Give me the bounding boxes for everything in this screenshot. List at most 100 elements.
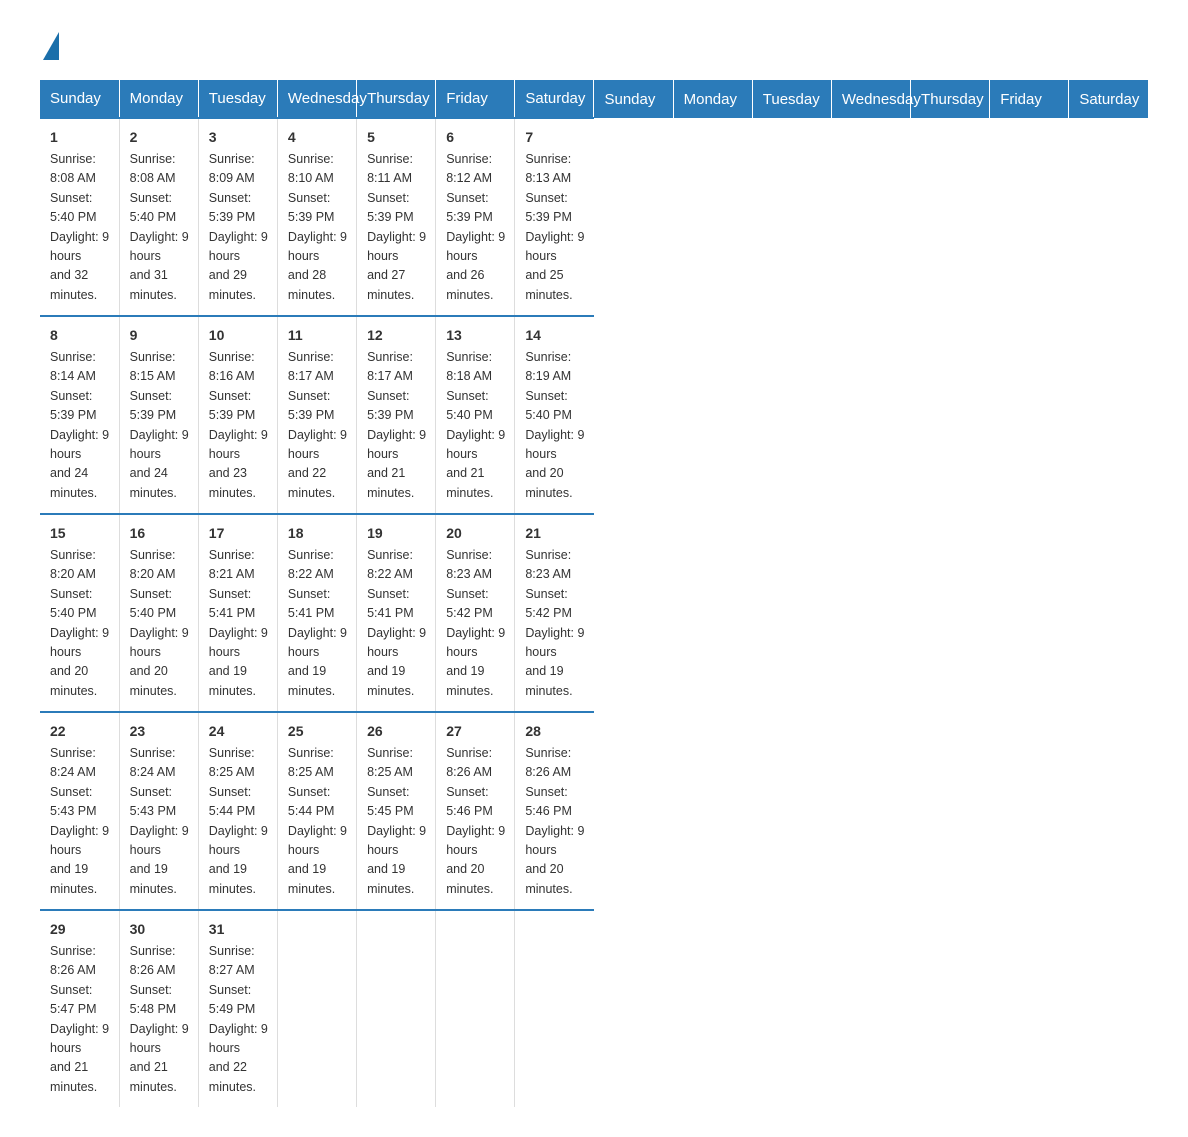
- header-friday: Friday: [990, 80, 1069, 118]
- day-number: 30: [130, 919, 190, 940]
- calendar-day-cell: 12Sunrise: 8:17 AMSunset: 5:39 PMDayligh…: [357, 316, 436, 514]
- calendar-day-cell: 31Sunrise: 8:27 AMSunset: 5:49 PMDayligh…: [198, 910, 277, 1107]
- day-number: 4: [288, 127, 348, 148]
- calendar-day-cell: 21Sunrise: 8:23 AMSunset: 5:42 PMDayligh…: [515, 514, 594, 712]
- calendar-table: SundayMondayTuesdayWednesdayThursdayFrid…: [40, 80, 1148, 1107]
- day-info: Sunrise: 8:26 AMSunset: 5:46 PMDaylight:…: [525, 744, 586, 899]
- day-number: 16: [130, 523, 190, 544]
- calendar-day-cell: 9Sunrise: 8:15 AMSunset: 5:39 PMDaylight…: [119, 316, 198, 514]
- day-info: Sunrise: 8:27 AMSunset: 5:49 PMDaylight:…: [209, 942, 269, 1097]
- day-number: 13: [446, 325, 506, 346]
- day-number: 2: [130, 127, 190, 148]
- header-thursday: Thursday: [911, 80, 990, 118]
- calendar-day-cell: 23Sunrise: 8:24 AMSunset: 5:43 PMDayligh…: [119, 712, 198, 910]
- calendar-day-cell: 27Sunrise: 8:26 AMSunset: 5:46 PMDayligh…: [436, 712, 515, 910]
- day-number: 17: [209, 523, 269, 544]
- calendar-day-cell: 25Sunrise: 8:25 AMSunset: 5:44 PMDayligh…: [277, 712, 356, 910]
- day-info: Sunrise: 8:10 AMSunset: 5:39 PMDaylight:…: [288, 150, 348, 305]
- calendar-day-cell: 17Sunrise: 8:21 AMSunset: 5:41 PMDayligh…: [198, 514, 277, 712]
- day-info: Sunrise: 8:08 AMSunset: 5:40 PMDaylight:…: [50, 150, 111, 305]
- calendar-empty-cell: [515, 910, 594, 1107]
- header-saturday: Saturday: [515, 80, 594, 118]
- logo-triangle-icon: [43, 32, 59, 60]
- day-info: Sunrise: 8:13 AMSunset: 5:39 PMDaylight:…: [525, 150, 586, 305]
- day-number: 19: [367, 523, 427, 544]
- calendar-empty-cell: [436, 910, 515, 1107]
- page-header: [40, 30, 1148, 60]
- header-wednesday: Wednesday: [831, 80, 910, 118]
- header-saturday: Saturday: [1069, 80, 1148, 118]
- day-info: Sunrise: 8:26 AMSunset: 5:47 PMDaylight:…: [50, 942, 111, 1097]
- day-number: 21: [525, 523, 586, 544]
- calendar-day-cell: 29Sunrise: 8:26 AMSunset: 5:47 PMDayligh…: [40, 910, 119, 1107]
- day-number: 18: [288, 523, 348, 544]
- day-info: Sunrise: 8:15 AMSunset: 5:39 PMDaylight:…: [130, 348, 190, 503]
- calendar-day-cell: 6Sunrise: 8:12 AMSunset: 5:39 PMDaylight…: [436, 118, 515, 316]
- day-info: Sunrise: 8:19 AMSunset: 5:40 PMDaylight:…: [525, 348, 586, 503]
- day-number: 14: [525, 325, 586, 346]
- day-info: Sunrise: 8:24 AMSunset: 5:43 PMDaylight:…: [130, 744, 190, 899]
- day-info: Sunrise: 8:08 AMSunset: 5:40 PMDaylight:…: [130, 150, 190, 305]
- day-info: Sunrise: 8:24 AMSunset: 5:43 PMDaylight:…: [50, 744, 111, 899]
- header-monday: Monday: [119, 80, 198, 118]
- day-number: 28: [525, 721, 586, 742]
- day-number: 8: [50, 325, 111, 346]
- day-info: Sunrise: 8:12 AMSunset: 5:39 PMDaylight:…: [446, 150, 506, 305]
- day-info: Sunrise: 8:11 AMSunset: 5:39 PMDaylight:…: [367, 150, 427, 305]
- day-info: Sunrise: 8:25 AMSunset: 5:44 PMDaylight:…: [209, 744, 269, 899]
- day-number: 5: [367, 127, 427, 148]
- calendar-day-cell: 4Sunrise: 8:10 AMSunset: 5:39 PMDaylight…: [277, 118, 356, 316]
- header-monday: Monday: [673, 80, 752, 118]
- calendar-week-row: 29Sunrise: 8:26 AMSunset: 5:47 PMDayligh…: [40, 910, 1148, 1107]
- day-info: Sunrise: 8:22 AMSunset: 5:41 PMDaylight:…: [367, 546, 427, 701]
- day-number: 20: [446, 523, 506, 544]
- day-info: Sunrise: 8:16 AMSunset: 5:39 PMDaylight:…: [209, 348, 269, 503]
- header-friday: Friday: [436, 80, 515, 118]
- day-info: Sunrise: 8:17 AMSunset: 5:39 PMDaylight:…: [288, 348, 348, 503]
- day-number: 7: [525, 127, 586, 148]
- day-number: 6: [446, 127, 506, 148]
- calendar-day-cell: 28Sunrise: 8:26 AMSunset: 5:46 PMDayligh…: [515, 712, 594, 910]
- day-number: 22: [50, 721, 111, 742]
- calendar-empty-cell: [357, 910, 436, 1107]
- day-number: 11: [288, 325, 348, 346]
- header-thursday: Thursday: [357, 80, 436, 118]
- day-info: Sunrise: 8:25 AMSunset: 5:44 PMDaylight:…: [288, 744, 348, 899]
- calendar-day-cell: 5Sunrise: 8:11 AMSunset: 5:39 PMDaylight…: [357, 118, 436, 316]
- day-info: Sunrise: 8:17 AMSunset: 5:39 PMDaylight:…: [367, 348, 427, 503]
- day-number: 27: [446, 721, 506, 742]
- calendar-day-cell: 1Sunrise: 8:08 AMSunset: 5:40 PMDaylight…: [40, 118, 119, 316]
- header-tuesday: Tuesday: [752, 80, 831, 118]
- day-number: 29: [50, 919, 111, 940]
- header-wednesday: Wednesday: [277, 80, 356, 118]
- day-number: 3: [209, 127, 269, 148]
- calendar-day-cell: 11Sunrise: 8:17 AMSunset: 5:39 PMDayligh…: [277, 316, 356, 514]
- day-info: Sunrise: 8:18 AMSunset: 5:40 PMDaylight:…: [446, 348, 506, 503]
- header-sunday: Sunday: [594, 80, 673, 118]
- day-number: 26: [367, 721, 427, 742]
- calendar-day-cell: 30Sunrise: 8:26 AMSunset: 5:48 PMDayligh…: [119, 910, 198, 1107]
- calendar-day-cell: 13Sunrise: 8:18 AMSunset: 5:40 PMDayligh…: [436, 316, 515, 514]
- calendar-day-cell: 7Sunrise: 8:13 AMSunset: 5:39 PMDaylight…: [515, 118, 594, 316]
- day-info: Sunrise: 8:26 AMSunset: 5:48 PMDaylight:…: [130, 942, 190, 1097]
- calendar-week-row: 8Sunrise: 8:14 AMSunset: 5:39 PMDaylight…: [40, 316, 1148, 514]
- day-number: 15: [50, 523, 111, 544]
- calendar-week-row: 1Sunrise: 8:08 AMSunset: 5:40 PMDaylight…: [40, 118, 1148, 316]
- day-info: Sunrise: 8:25 AMSunset: 5:45 PMDaylight:…: [367, 744, 427, 899]
- calendar-day-cell: 8Sunrise: 8:14 AMSunset: 5:39 PMDaylight…: [40, 316, 119, 514]
- header-sunday: Sunday: [40, 80, 119, 118]
- calendar-header-row: SundayMondayTuesdayWednesdayThursdayFrid…: [40, 80, 1148, 118]
- day-number: 23: [130, 721, 190, 742]
- day-number: 31: [209, 919, 269, 940]
- day-info: Sunrise: 8:23 AMSunset: 5:42 PMDaylight:…: [446, 546, 506, 701]
- calendar-day-cell: 16Sunrise: 8:20 AMSunset: 5:40 PMDayligh…: [119, 514, 198, 712]
- calendar-day-cell: 3Sunrise: 8:09 AMSunset: 5:39 PMDaylight…: [198, 118, 277, 316]
- day-info: Sunrise: 8:20 AMSunset: 5:40 PMDaylight:…: [130, 546, 190, 701]
- day-number: 9: [130, 325, 190, 346]
- calendar-day-cell: 15Sunrise: 8:20 AMSunset: 5:40 PMDayligh…: [40, 514, 119, 712]
- calendar-week-row: 15Sunrise: 8:20 AMSunset: 5:40 PMDayligh…: [40, 514, 1148, 712]
- day-number: 10: [209, 325, 269, 346]
- day-info: Sunrise: 8:20 AMSunset: 5:40 PMDaylight:…: [50, 546, 111, 701]
- day-number: 1: [50, 127, 111, 148]
- day-info: Sunrise: 8:09 AMSunset: 5:39 PMDaylight:…: [209, 150, 269, 305]
